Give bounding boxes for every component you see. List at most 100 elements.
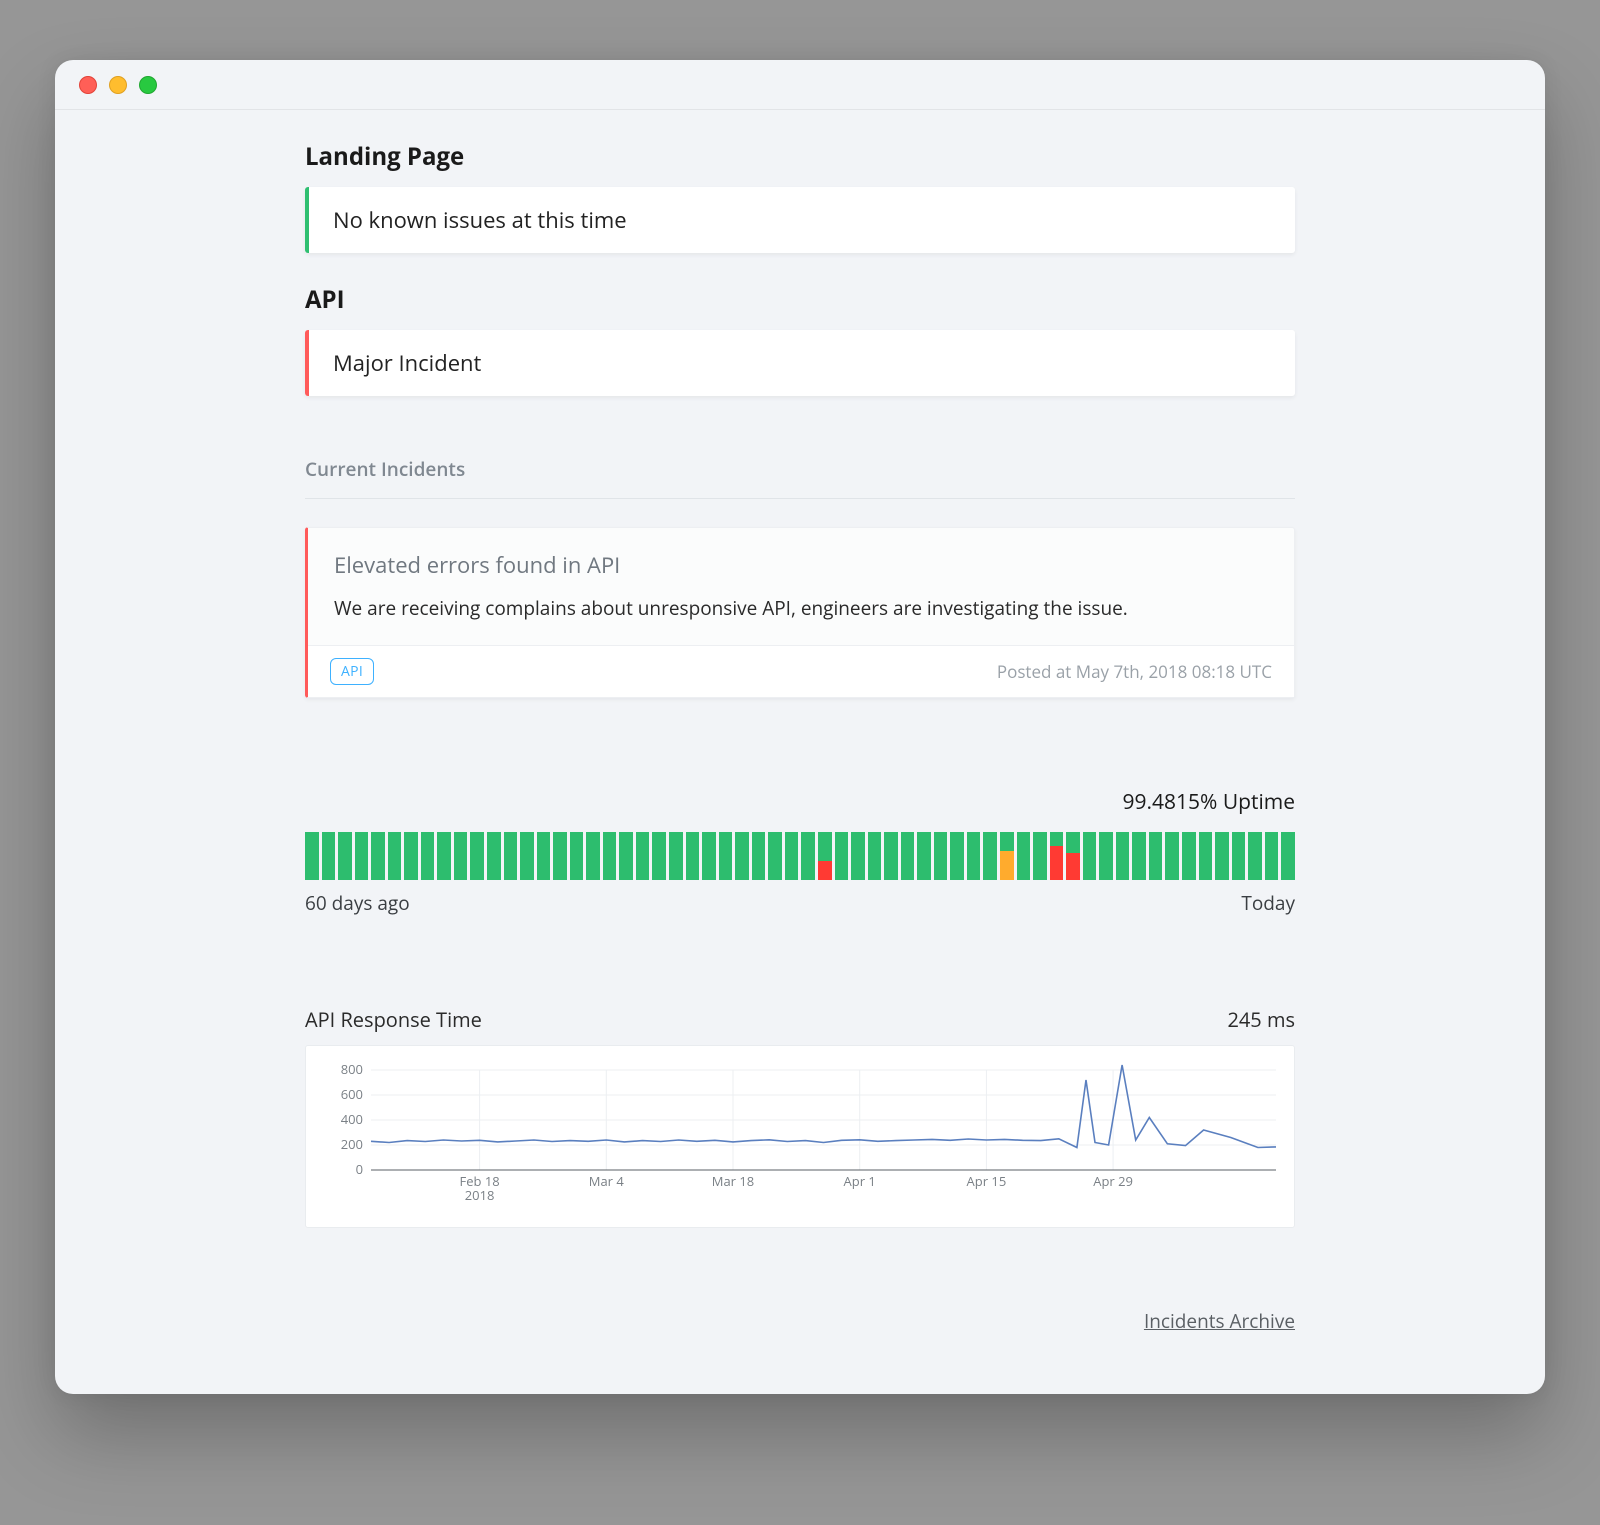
uptime-bar[interactable]: [934, 832, 948, 880]
uptime-bar[interactable]: [1182, 832, 1196, 880]
uptime-bar[interactable]: [437, 832, 451, 880]
uptime-bar[interactable]: [901, 832, 915, 880]
svg-text:Mar 18: Mar 18: [712, 1172, 754, 1190]
uptime-bar[interactable]: [917, 832, 931, 880]
incident-timestamp: Posted at May 7th, 2018 08:18 UTC: [997, 660, 1272, 683]
svg-text:600: 600: [341, 1085, 363, 1103]
uptime-bar[interactable]: [1165, 832, 1179, 880]
uptime-percent-label: 99.4815% Uptime: [305, 788, 1295, 816]
uptime-bar[interactable]: [669, 832, 683, 880]
uptime-bar[interactable]: [322, 832, 336, 880]
svg-text:800: 800: [341, 1064, 363, 1078]
uptime-bar[interactable]: [504, 832, 518, 880]
uptime-bar[interactable]: [1116, 832, 1130, 880]
status-text: Major Incident: [333, 348, 481, 378]
svg-text:Apr 1: Apr 1: [844, 1172, 876, 1190]
uptime-bar[interactable]: [719, 832, 733, 880]
uptime-bar[interactable]: [851, 832, 865, 880]
svg-text:Apr 29: Apr 29: [1093, 1172, 1133, 1190]
uptime-bar[interactable]: [371, 832, 385, 880]
uptime-bar[interactable]: [1265, 832, 1279, 880]
uptime-bar[interactable]: [785, 832, 799, 880]
uptime-bars: [305, 832, 1295, 880]
uptime-bar[interactable]: [1132, 832, 1146, 880]
uptime-bar[interactable]: [421, 832, 435, 880]
uptime-bar[interactable]: [1199, 832, 1213, 880]
content-area: Landing Page No known issues at this tim…: [55, 110, 1545, 1394]
uptime-bar[interactable]: [619, 832, 633, 880]
service-title: API: [305, 283, 1295, 316]
uptime-bar[interactable]: [983, 832, 997, 880]
uptime-bar[interactable]: [1066, 832, 1080, 880]
incident-card: Elevated errors found in API We are rece…: [305, 527, 1295, 698]
uptime-bar[interactable]: [967, 832, 981, 880]
uptime-labels: 60 days ago Today: [305, 890, 1295, 916]
response-time-chart-card: 0200400600800Feb 182018Mar 4Mar 18Apr 1A…: [305, 1045, 1295, 1228]
uptime-bar[interactable]: [950, 832, 964, 880]
uptime-bar[interactable]: [1000, 832, 1014, 880]
response-time-value: 245 ms: [1227, 1006, 1295, 1033]
uptime-section: 99.4815% Uptime 60 days ago Today: [305, 788, 1295, 916]
current-incidents-heading: Current Incidents: [305, 456, 1295, 482]
uptime-bar[interactable]: [1017, 832, 1031, 880]
uptime-bar[interactable]: [487, 832, 501, 880]
svg-text:0: 0: [356, 1160, 363, 1178]
uptime-bar[interactable]: [1281, 832, 1295, 880]
uptime-bar[interactable]: [454, 832, 468, 880]
svg-text:2018: 2018: [465, 1186, 495, 1204]
response-time-header: API Response Time 245 ms: [305, 1006, 1295, 1033]
uptime-bar[interactable]: [1033, 832, 1047, 880]
svg-text:400: 400: [341, 1110, 363, 1128]
uptime-bar[interactable]: [1149, 832, 1163, 880]
incident-body: Elevated errors found in API We are rece…: [308, 528, 1294, 645]
uptime-bar[interactable]: [1083, 832, 1097, 880]
uptime-bar[interactable]: [553, 832, 567, 880]
uptime-bar[interactable]: [768, 832, 782, 880]
uptime-bar[interactable]: [305, 832, 319, 880]
svg-text:Mar 4: Mar 4: [589, 1172, 625, 1190]
uptime-bar[interactable]: [1099, 832, 1113, 880]
uptime-bar[interactable]: [884, 832, 898, 880]
uptime-bar[interactable]: [636, 832, 650, 880]
uptime-bar[interactable]: [735, 832, 749, 880]
incident-desc: We are receiving complains about unrespo…: [334, 594, 1268, 623]
uptime-bar[interactable]: [818, 832, 832, 880]
incident-title: Elevated errors found in API: [334, 550, 1268, 580]
uptime-bar[interactable]: [388, 832, 402, 880]
uptime-bar[interactable]: [1050, 832, 1064, 880]
uptime-bar[interactable]: [520, 832, 534, 880]
traffic-light-zoom-icon[interactable]: [139, 76, 157, 94]
uptime-bar[interactable]: [355, 832, 369, 880]
uptime-bar[interactable]: [570, 832, 584, 880]
uptime-bar[interactable]: [1232, 832, 1246, 880]
uptime-bar[interactable]: [586, 832, 600, 880]
uptime-bar[interactable]: [404, 832, 418, 880]
status-text: No known issues at this time: [333, 205, 627, 235]
uptime-bar[interactable]: [686, 832, 700, 880]
traffic-light-minimize-icon[interactable]: [109, 76, 127, 94]
svg-text:200: 200: [341, 1135, 363, 1153]
uptime-bar[interactable]: [752, 832, 766, 880]
uptime-bar[interactable]: [1215, 832, 1229, 880]
response-time-section: API Response Time 245 ms 0200400600800Fe…: [305, 1006, 1295, 1228]
uptime-bar[interactable]: [1248, 832, 1262, 880]
uptime-bar[interactable]: [470, 832, 484, 880]
uptime-bar[interactable]: [652, 832, 666, 880]
incident-tag[interactable]: API: [330, 658, 374, 685]
uptime-bar[interactable]: [537, 832, 551, 880]
window-titlebar: [55, 60, 1545, 110]
divider: [305, 498, 1295, 499]
uptime-bar[interactable]: [338, 832, 352, 880]
svg-text:Apr 15: Apr 15: [967, 1172, 1007, 1190]
uptime-right-label: Today: [1241, 890, 1295, 916]
incidents-archive-link[interactable]: Incidents Archive: [305, 1308, 1295, 1334]
uptime-bar[interactable]: [603, 832, 617, 880]
uptime-bar[interactable]: [702, 832, 716, 880]
uptime-left-label: 60 days ago: [305, 890, 410, 916]
uptime-bar[interactable]: [868, 832, 882, 880]
uptime-bar[interactable]: [801, 832, 815, 880]
traffic-light-close-icon[interactable]: [79, 76, 97, 94]
status-card-api: Major Incident: [305, 330, 1295, 396]
response-time-title: API Response Time: [305, 1006, 482, 1033]
uptime-bar[interactable]: [835, 832, 849, 880]
